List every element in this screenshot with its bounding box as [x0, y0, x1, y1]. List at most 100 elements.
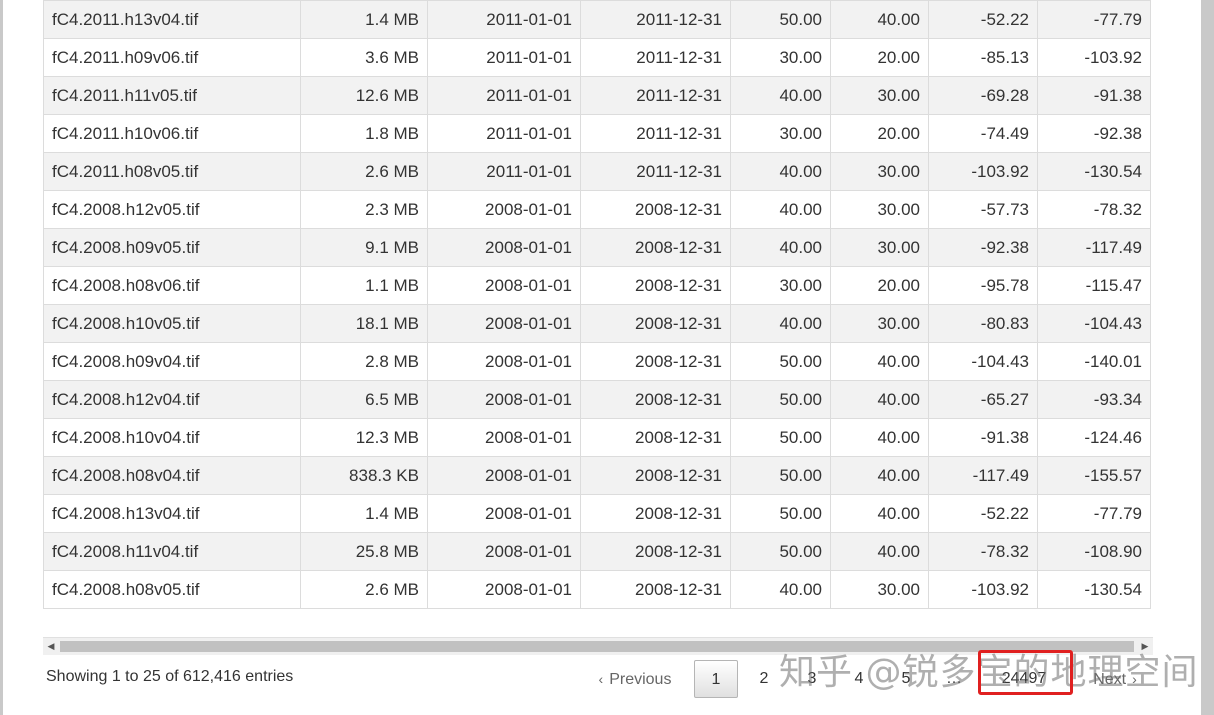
table-cell: 30.00: [830, 152, 929, 191]
table-cell: -117.49: [928, 456, 1038, 495]
table-cell: 20.00: [830, 114, 929, 153]
table-cell: 40.00: [730, 228, 831, 267]
table-cell: -57.73: [928, 190, 1038, 229]
table-cell: 2011-12-31: [580, 38, 731, 77]
table-cell: 2008-12-31: [580, 456, 731, 495]
table-row[interactable]: fC4.2008.h13v04.tif 1.4 MB 2008-01-01 2008-…: [43, 494, 1151, 533]
table-row[interactable]: fC4.2008.h08v05.tif 2.6 MB 2008-01-01 2008-…: [43, 570, 1151, 609]
table-cell: 12.3 MB: [300, 418, 428, 457]
table-cell: 25.8 MB: [300, 532, 428, 571]
table-cell: -91.38: [1037, 76, 1151, 115]
table-cell: -80.83: [928, 304, 1038, 343]
table-row[interactable]: fC4.2011.h13v04.tif 1.4 MB 2011-01-01 2011-…: [43, 0, 1151, 39]
table-cell: -93.34: [1037, 380, 1151, 419]
table-cell: 40.00: [730, 76, 831, 115]
table-cell: 2008-01-01: [427, 570, 581, 609]
table-row[interactable]: fC4.2008.h09v04.tif 2.8 MB 2008-01-01 2008-…: [43, 342, 1151, 381]
table-cell: 40.00: [830, 418, 929, 457]
table-row[interactable]: fC4.2008.h10v05.tif 18.1 MB 2008-01-01 2008…: [43, 304, 1151, 343]
watermark: 知乎 @锐多宝的地理空间: [779, 652, 1199, 693]
table-cell: 30.00: [730, 114, 831, 153]
table-cell: 30.00: [730, 266, 831, 305]
table-cell: 2008-12-31: [580, 304, 731, 343]
table-cell: 40.00: [730, 152, 831, 191]
table-row[interactable]: fC4.2008.h08v06.tif 1.1 MB 2008-01-01 2008-…: [43, 266, 1151, 305]
table-cell: 2011-01-01: [427, 76, 581, 115]
table-cell: 2008-01-01: [427, 456, 581, 495]
table-row[interactable]: fC4.2011.h08v05.tif 2.6 MB 2011-01-01 2011-…: [43, 152, 1151, 191]
table-row[interactable]: fC4.2008.h12v05.tif 2.3 MB 2008-01-01 2008-…: [43, 190, 1151, 229]
table-cell: -92.38: [928, 228, 1038, 267]
table-row[interactable]: fC4.2008.h10v04.tif 12.3 MB 2008-01-01 2008…: [43, 418, 1151, 457]
table-cell: fC4.2011.h11v05.tif: [43, 76, 301, 115]
table-cell: 50.00: [730, 456, 831, 495]
table-cell: -103.92: [928, 152, 1038, 191]
table-cell: -117.49: [1037, 228, 1151, 267]
table-cell: 3.6 MB: [300, 38, 428, 77]
table-cell: 18.1 MB: [300, 304, 428, 343]
table-cell: -130.54: [1037, 152, 1151, 191]
table-row[interactable]: fC4.2008.h11v04.tif 25.8 MB 2008-01-01 2008…: [43, 532, 1151, 571]
table-cell: fC4.2008.h09v04.tif: [43, 342, 301, 381]
table-cell: 40.00: [830, 380, 929, 419]
table-cell: 838.3 KB: [300, 456, 428, 495]
table-row[interactable]: fC4.2008.h08v04.tif 838.3 KB 2008-01-01 200…: [43, 456, 1151, 495]
table-cell: 2011-12-31: [580, 0, 731, 39]
table-cell: 2008-12-31: [580, 380, 731, 419]
table-cell: 40.00: [830, 342, 929, 381]
table-cell: -104.43: [1037, 304, 1151, 343]
table-cell: 2008-12-31: [580, 228, 731, 267]
table-cell: 50.00: [730, 380, 831, 419]
table-cell: 2008-01-01: [427, 190, 581, 229]
chevron-left-icon: ‹: [598, 671, 604, 687]
table-cell: fC4.2011.h10v06.tif: [43, 114, 301, 153]
table-cell: -115.47: [1037, 266, 1151, 305]
table-cell: 12.6 MB: [300, 76, 428, 115]
table-cell: -104.43: [928, 342, 1038, 381]
table-cell: -77.79: [1037, 494, 1151, 533]
table-cell: fC4.2008.h10v04.tif: [43, 418, 301, 457]
table-cell: 40.00: [730, 190, 831, 229]
table-cell: -140.01: [1037, 342, 1151, 381]
table-cell: 50.00: [730, 494, 831, 533]
page: fC4.2011.h13v04.tif 1.4 MB 2011-01-01 2011-…: [3, 0, 1201, 715]
table-cell: -74.49: [928, 114, 1038, 153]
table-cell: -77.79: [1037, 0, 1151, 39]
table-cell: 2011-01-01: [427, 0, 581, 39]
table-row[interactable]: fC4.2011.h09v06.tif 3.6 MB 2011-01-01 2011-…: [43, 38, 1151, 77]
table-cell: -65.27: [928, 380, 1038, 419]
table-cell: 2008-01-01: [427, 380, 581, 419]
table-cell: 2008-12-31: [580, 532, 731, 571]
table-cell: 2008-12-31: [580, 494, 731, 533]
table-cell: fC4.2008.h12v05.tif: [43, 190, 301, 229]
table-cell: -85.13: [928, 38, 1038, 77]
table-row[interactable]: fC4.2011.h10v06.tif 1.8 MB 2011-01-01 2011-…: [43, 114, 1151, 153]
table-cell: -92.38: [1037, 114, 1151, 153]
table-cell: -52.22: [928, 0, 1038, 39]
table-row[interactable]: fC4.2008.h09v05.tif 9.1 MB 2008-01-01 2008-…: [43, 228, 1151, 267]
previous-page-button[interactable]: ‹ Previous: [585, 660, 685, 698]
table-row[interactable]: fC4.2008.h12v04.tif 6.5 MB 2008-01-01 2008-…: [43, 380, 1151, 419]
table-cell: fC4.2008.h08v05.tif: [43, 570, 301, 609]
table-cell: 2011-12-31: [580, 114, 731, 153]
table-cell: 1.1 MB: [300, 266, 428, 305]
table-cell: fC4.2008.h09v05.tif: [43, 228, 301, 267]
table-cell: 20.00: [830, 266, 929, 305]
table-row[interactable]: fC4.2011.h11v05.tif 12.6 MB 2011-01-01 2011…: [43, 76, 1151, 115]
page-button-1[interactable]: 1: [694, 660, 738, 698]
table-cell: 2011-01-01: [427, 114, 581, 153]
table-body: fC4.2011.h13v04.tif 1.4 MB 2011-01-01 2011-…: [43, 0, 1151, 609]
table-cell: 2008-12-31: [580, 418, 731, 457]
table-cell: -69.28: [928, 76, 1038, 115]
table-cell: 2008-01-01: [427, 342, 581, 381]
page-button-2[interactable]: 2: [748, 660, 780, 698]
table-cell: fC4.2008.h12v04.tif: [43, 380, 301, 419]
table-cell: 40.00: [730, 304, 831, 343]
table-cell: 40.00: [730, 570, 831, 609]
table-cell: 1.8 MB: [300, 114, 428, 153]
table-cell: 2008-01-01: [427, 418, 581, 457]
table-cell: 6.5 MB: [300, 380, 428, 419]
scroll-left-icon[interactable]: ◀: [43, 638, 59, 655]
table-cell: 30.00: [830, 228, 929, 267]
table-cell: fC4.2011.h08v05.tif: [43, 152, 301, 191]
